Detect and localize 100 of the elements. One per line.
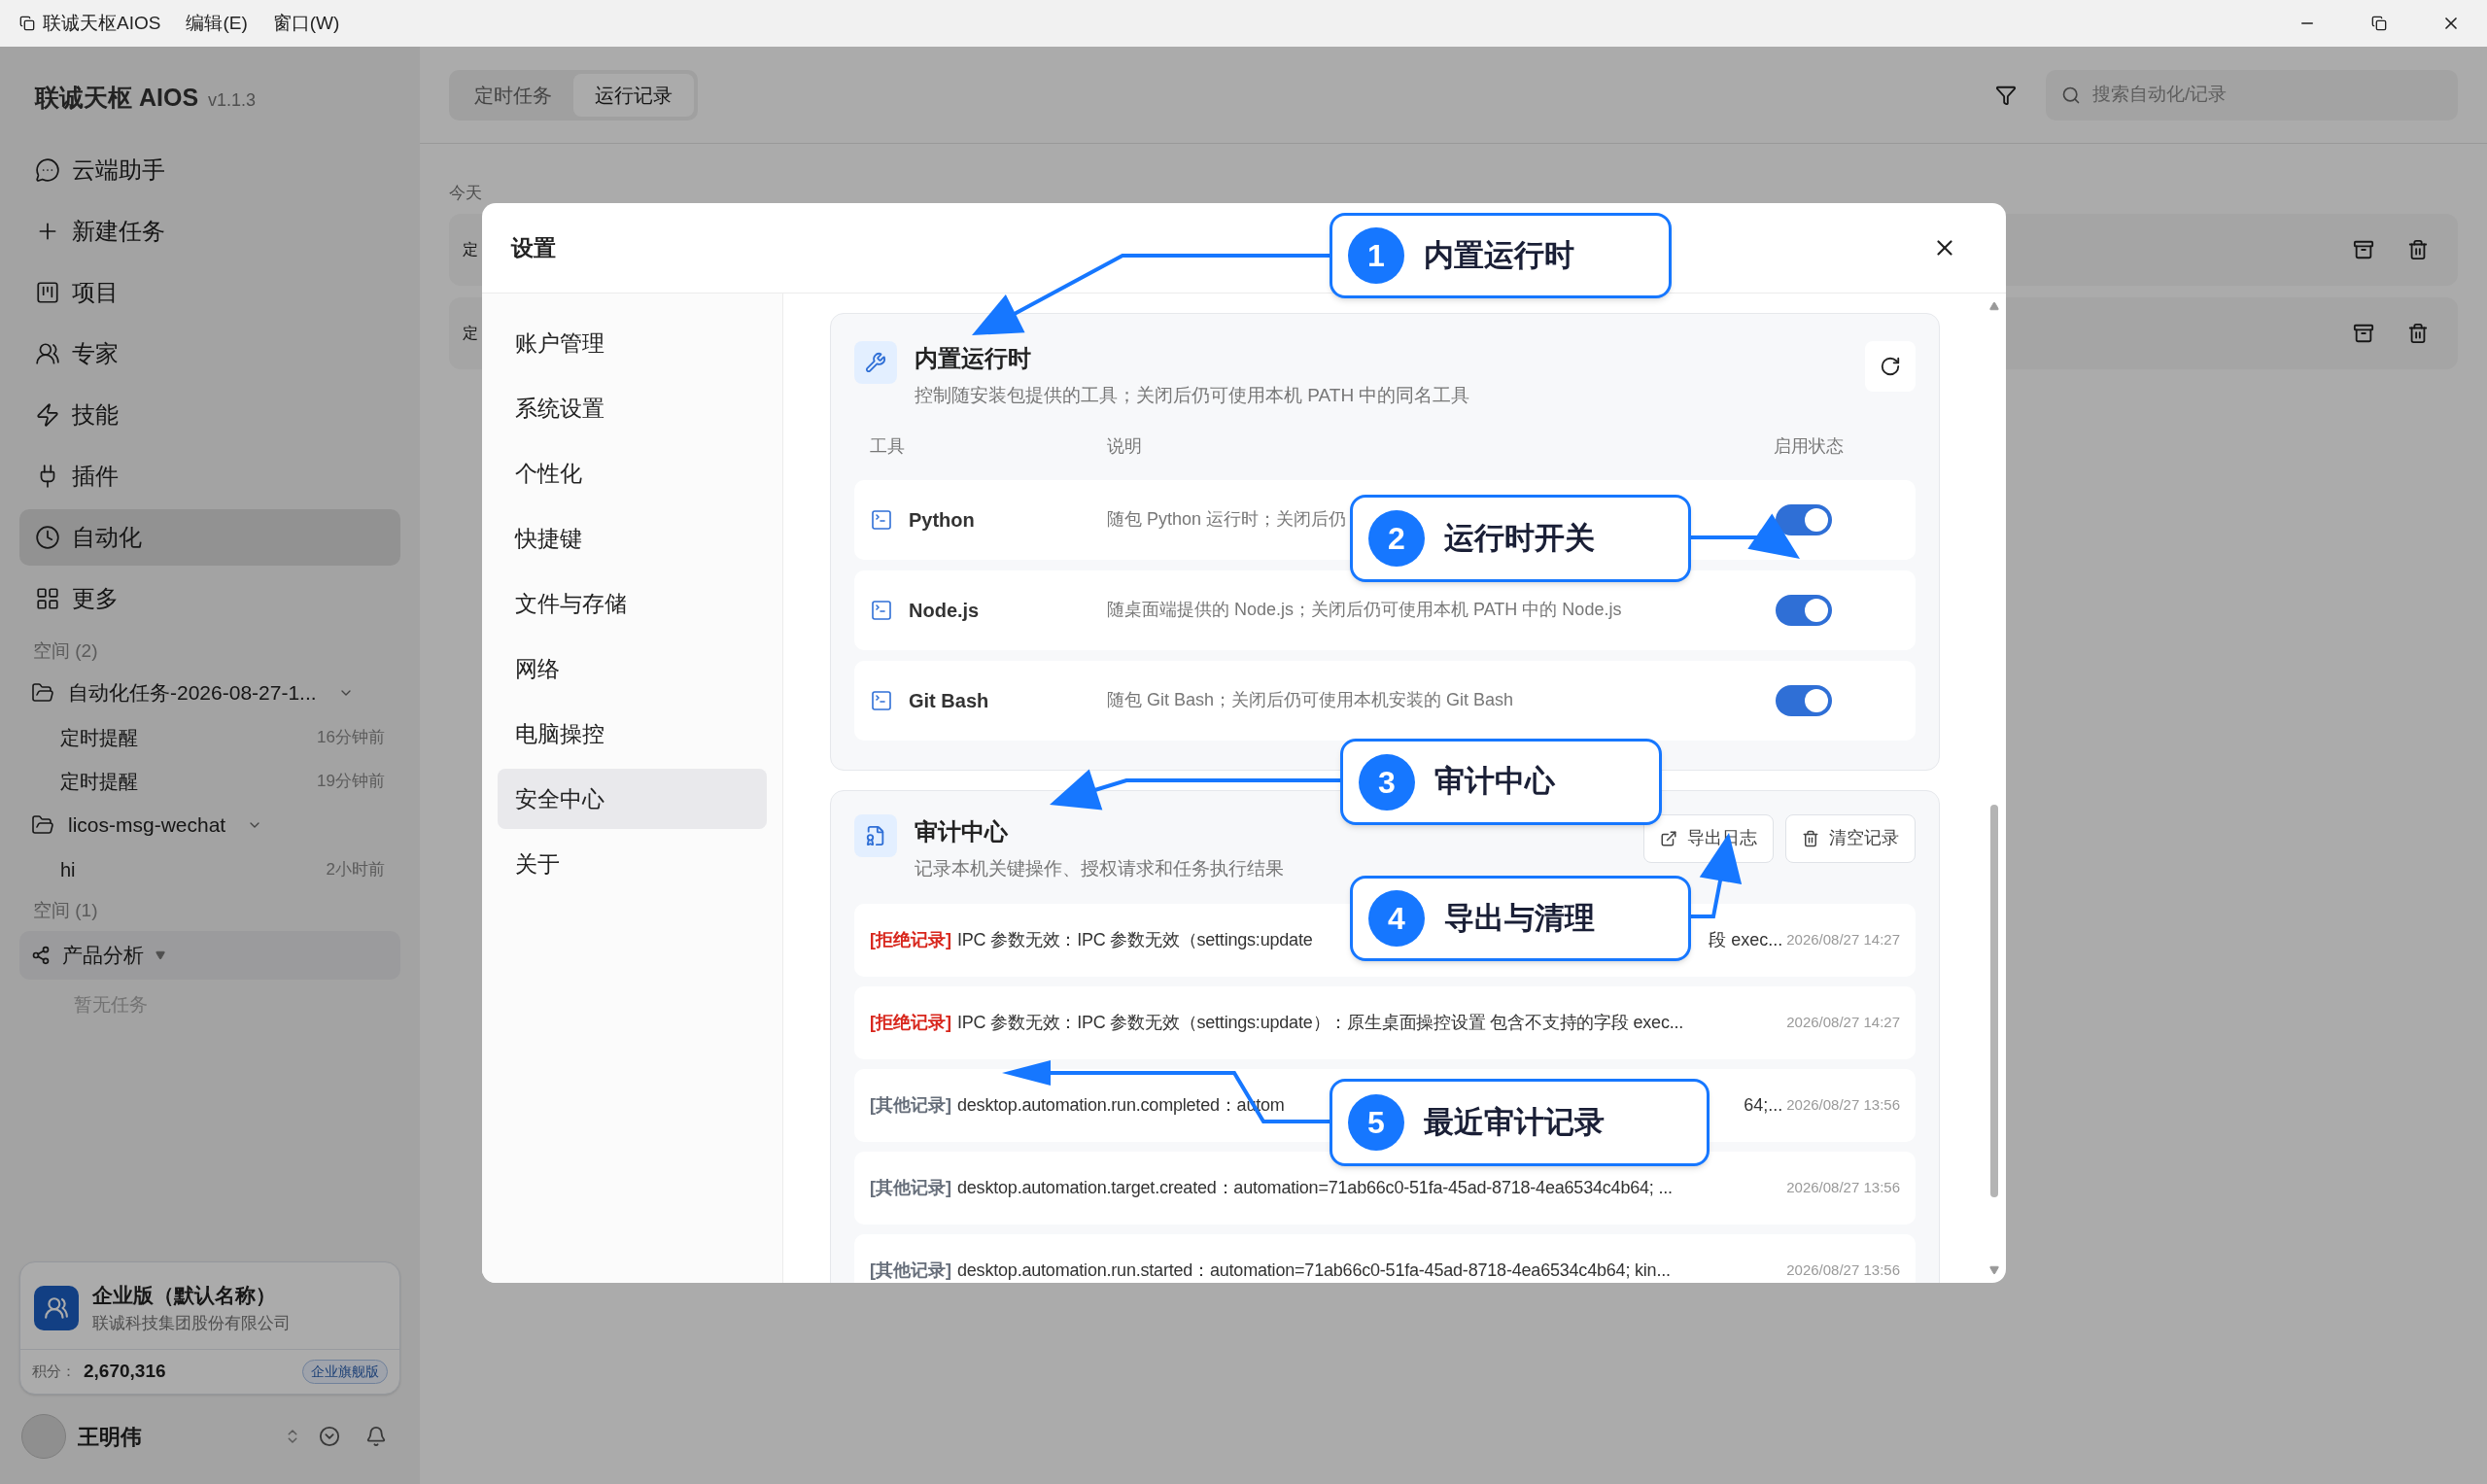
nav-item[interactable]: 自动化 [19,508,400,566]
record-time: 2026/08/27 14:27 [1785,1013,1900,1033]
settings-nav-item[interactable]: 电脑操控 [498,704,767,764]
tool-description: 随包 Git Bash；关闭后仍可使用本机安装的 Git Bash [1107,689,1514,711]
brand-name: 联诚天枢 AIOS [35,83,199,113]
record-time: 2026/08/27 13:56 [1785,1095,1900,1116]
folder-icon [31,813,54,837]
record-time: 2026/08/27 13:56 [1785,1260,1900,1281]
circle-chevron-icon[interactable] [319,1426,340,1447]
callout-number: 1 [1348,227,1404,284]
toggle-switch[interactable] [1776,594,1832,626]
trash-icon[interactable] [2407,238,2429,260]
callout-number: 3 [1359,753,1415,811]
company-name: 联诚科技集团股份有限公司 [92,1312,291,1334]
clock-icon [35,524,60,550]
menu-item[interactable]: 编辑(E) [186,9,248,38]
settings-nav-item[interactable]: 账户管理 [498,313,767,373]
app-logo-icon [19,16,35,31]
folder-icon [31,681,54,705]
settings-nav-item[interactable]: 网络 [498,638,767,699]
record-time: 2026/08/27 13:56 [1785,1178,1900,1198]
caret-icon [155,949,165,960]
section-subtitle: 记录本机关键操作、授权请求和任务执行结果 [915,856,1284,880]
scroll-thumb[interactable] [1990,805,1998,1197]
callout-label: 运行时开关 [1444,519,1595,557]
points-label: 积分： [32,1362,76,1382]
task-item[interactable]: hi 2小时前 [19,847,400,891]
callout-label: 最近审计记录 [1424,1103,1605,1141]
callout-number: 2 [1368,510,1425,567]
folder-item[interactable]: licos-msg-wechat [19,803,400,847]
record-tag: [其他记录] [870,1175,951,1201]
settings-nav-item[interactable]: 个性化 [498,443,767,503]
settings-nav-item[interactable]: 文件与存储 [498,573,767,634]
search-input[interactable]: 搜索自动化/记录 [2092,81,2442,109]
nav-item[interactable]: 专家 [19,325,400,382]
nav-item[interactable]: 插件 [19,447,400,504]
share-icon [31,945,51,965]
nav-item[interactable]: 技能 [19,386,400,443]
day-label: 今天 [448,183,483,204]
record-message: desktop.automation.run.started：automation=71ab66c0-51fa-45ad-8718-4ea6534c4b64; kin... [957,1260,1671,1282]
archive-icon[interactable] [2353,238,2374,260]
column-header: 工具 [870,434,906,458]
scroll-down-icon[interactable] [1989,1265,1999,1275]
tab[interactable]: 运行记录 [573,73,694,117]
record-message: IPC 参数无效：IPC 参数无效（settings:update [957,929,1313,951]
record-message: desktop.automation.target.created：automation=71ab66c0-51fa-45ad-8718-4ea6534c4b64; ... [957,1177,1673,1199]
tab[interactable]: 定时任务 [453,73,573,117]
column-header: 说明 [1107,434,1142,458]
search-field[interactable]: 搜索自动化/记录 [2046,69,2458,121]
nav-item[interactable]: 项目 [19,263,400,321]
app-name: 联诚天枢AIOS [43,11,161,35]
users-icon [35,340,60,366]
tool-name: Git Bash [909,688,990,713]
group-item[interactable]: 产品分析 [19,930,400,980]
terminal-icon [870,688,893,712]
nav-item[interactable]: 云端助手 [19,141,400,198]
callout-number: 4 [1368,890,1425,947]
plan-badge: 企业旗舰版 [302,1360,388,1384]
chat-icon [35,156,60,183]
clear-button[interactable]: 清空记录 [1785,813,1916,863]
terminal-icon [870,598,893,622]
toggle-switch[interactable] [1776,684,1832,716]
archive-icon[interactable] [2353,322,2374,344]
trash-icon[interactable] [2407,322,2429,344]
board-icon [35,279,60,305]
grid-icon [35,585,60,611]
menu-item[interactable]: 窗口(W) [272,9,340,38]
section-title: 审计中心 [915,816,1009,846]
callout-label: 内置运行时 [1424,236,1574,274]
record-message: 64;... [1744,1094,1783,1117]
wrench-icon [854,341,897,384]
user-name: 王明伟 [78,1423,142,1451]
nav-item[interactable]: 新建任务 [19,202,400,259]
tool-name: Node.js [909,598,981,623]
callout-label: 审计中心 [1434,763,1555,801]
settings-nav-item[interactable]: 快捷键 [498,508,767,569]
settings-nav-item[interactable]: 关于 [498,834,767,894]
callout-number: 5 [1348,1094,1404,1151]
external-link-icon [1660,829,1677,847]
task-item[interactable]: 定时提醒 16分钟前 [19,715,400,759]
settings-nav-item[interactable]: 安全中心 [498,769,767,829]
record-tag: [其他记录] [870,1258,951,1283]
settings-nav-item[interactable]: 系统设置 [498,378,767,438]
tool-description: 随桌面端提供的 Node.js；关闭后仍可使用本机 PATH 中的 Node.js [1107,599,1622,621]
document-icon [854,813,897,857]
space-heading: 空间 (1) [32,899,99,922]
record-time: 2026/08/27 14:27 [1785,930,1900,950]
scroll-up-icon[interactable] [1989,301,1999,311]
record-message: 段 exec... [1709,929,1783,951]
bell-icon[interactable] [365,1426,387,1447]
filter-icon[interactable] [1995,84,2017,106]
account-card[interactable]: 企业版（默认名称） 联诚科技集团股份有限公司 积分： 2,670,316 企业旗舰版 [19,1261,400,1395]
record-tag: [拒绝记录] [870,1010,951,1036]
task-item[interactable]: 定时提醒 19分钟前 [19,759,400,803]
nav-item[interactable]: 更多 [19,569,400,627]
search-icon [2061,85,2081,105]
record-tag: [拒绝记录] [870,927,951,953]
callout-label: 导出与清理 [1444,899,1595,937]
folder-item[interactable]: 自动化任务-2026-08-27-1... [19,671,400,715]
refresh-icon[interactable] [1865,341,1916,392]
